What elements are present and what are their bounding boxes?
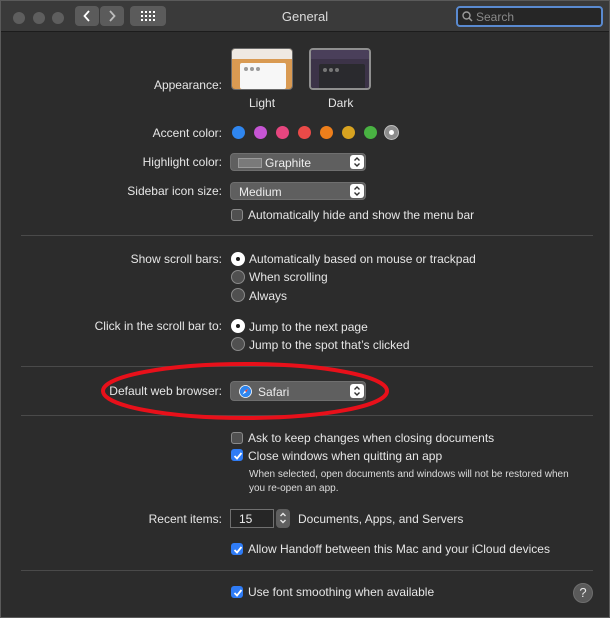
checkmark-icon: [233, 452, 243, 460]
ask-keep-changes-checkbox[interactable]: [231, 432, 243, 444]
recent-items-value: 15: [239, 512, 253, 526]
scroll-bars-automatic-radio[interactable]: [231, 252, 245, 266]
handoff-checkbox[interactable]: [231, 543, 243, 555]
separator: [21, 235, 593, 236]
highlight-color-label: Highlight color:: [142, 155, 222, 169]
color-swatch: [238, 158, 262, 168]
click-jump-spot-label: Jump to the spot that’s clicked: [249, 338, 410, 352]
sidebar-icon-size-value: Medium: [239, 185, 282, 199]
default-browser-popup[interactable]: Safari: [230, 381, 366, 401]
close-windows-note: When selected, open documents and window…: [249, 469, 569, 494]
popup-arrows-icon: [350, 184, 364, 198]
ask-keep-changes-label: Ask to keep changes when closing documen…: [248, 431, 495, 445]
click-jump-next-page-radio[interactable]: [231, 319, 245, 333]
accent-swatch-blue[interactable]: [232, 126, 245, 139]
safari-icon: [239, 385, 252, 398]
stepper-arrows-icon: [280, 512, 286, 524]
accent-swatch-purple[interactable]: [254, 126, 267, 139]
auto-hide-menu-bar-checkbox[interactable]: [231, 209, 243, 221]
search-input[interactable]: [476, 8, 596, 25]
click-jump-spot-radio[interactable]: [231, 337, 245, 351]
scroll-bars-when-scrolling-radio[interactable]: [231, 270, 245, 284]
close-windows-label: Close windows when quitting an app: [248, 449, 443, 463]
appearance-light-label: Light: [249, 96, 276, 110]
font-smoothing-checkbox[interactable]: [231, 586, 243, 598]
auto-hide-menu-bar-label: Automatically hide and show the menu bar: [248, 208, 475, 222]
checkmark-icon: [233, 589, 243, 597]
click-scroll-bar-label: Click in the scroll bar to:: [94, 319, 222, 333]
separator: [21, 570, 593, 571]
appearance-light-thumbnail[interactable]: [231, 48, 293, 90]
click-jump-next-page-label: Jump to the next page: [249, 320, 368, 334]
scroll-bars-when-scrolling-label: When scrolling: [249, 270, 328, 284]
recent-items-field[interactable]: 15: [230, 509, 274, 528]
popup-arrows-icon: [350, 155, 364, 169]
recent-items-stepper[interactable]: [276, 509, 290, 528]
scroll-bars-always-label: Always: [249, 289, 288, 303]
separator: [21, 415, 593, 416]
popup-arrows-icon: [350, 384, 364, 398]
show-scroll-bars-label: Show scroll bars:: [130, 252, 222, 266]
accent-swatch-pink[interactable]: [276, 126, 289, 139]
highlight-color-value: Graphite: [265, 156, 312, 170]
sidebar-icon-size-label: Sidebar icon size:: [127, 184, 222, 198]
accent-swatch-graphite[interactable]: [385, 126, 398, 139]
accent-swatch-yellow[interactable]: [342, 126, 355, 139]
accent-swatch-orange[interactable]: [320, 126, 333, 139]
close-windows-checkbox[interactable]: [231, 449, 243, 461]
handoff-label: Allow Handoff between this Mac and your …: [248, 542, 550, 556]
appearance-dark-label: Dark: [328, 96, 354, 110]
default-browser-label: Default web browser:: [109, 384, 222, 398]
sidebar-icon-size-popup[interactable]: Medium: [230, 182, 366, 200]
checkmark-icon: [233, 546, 243, 554]
title-bar: General: [1, 1, 609, 32]
recent-items-label: Recent items:: [148, 512, 222, 526]
highlight-color-popup[interactable]: Graphite: [230, 153, 366, 171]
default-browser-value: Safari: [258, 385, 290, 399]
appearance-dark-thumbnail[interactable]: [309, 48, 371, 90]
accent-swatch-red[interactable]: [298, 126, 311, 139]
recent-items-suffix: Documents, Apps, and Servers: [298, 512, 464, 526]
accent-swatch-green[interactable]: [364, 126, 377, 139]
search-icon: [462, 11, 473, 22]
font-smoothing-label: Use font smoothing when available: [248, 585, 435, 599]
appearance-label: Appearance:: [153, 78, 222, 92]
search-field[interactable]: [456, 6, 603, 27]
scroll-bars-always-radio[interactable]: [231, 288, 245, 302]
scroll-bars-automatic-label: Automatically based on mouse or trackpad: [249, 252, 476, 266]
separator: [21, 366, 593, 367]
accent-color-label: Accent color:: [152, 126, 222, 140]
help-button[interactable]: ?: [573, 583, 593, 603]
preferences-window: General Appearance: Light Dark Accent co…: [0, 0, 610, 618]
